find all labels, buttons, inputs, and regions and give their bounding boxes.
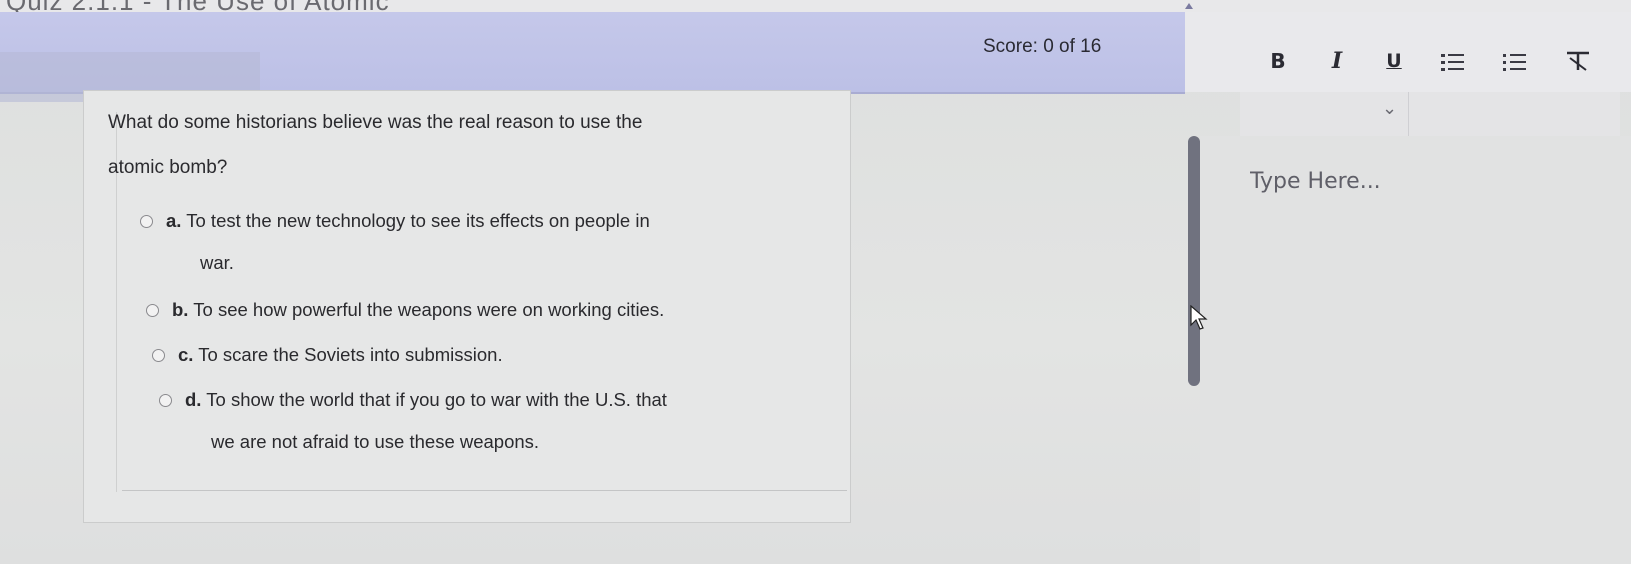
option-a-letter: a. — [166, 210, 182, 231]
question-line-2: atomic bomb? — [108, 157, 228, 178]
clear-format-icon — [1567, 51, 1589, 71]
option-c[interactable]: c. To scare the Soviets into submission. — [152, 334, 812, 376]
format-dropdown-bar: ⌄ — [1240, 92, 1620, 137]
card-divider-bottom — [122, 490, 847, 491]
answer-input[interactable] — [1248, 160, 1612, 202]
editor-toolbar: B I U — [1185, 12, 1631, 92]
option-b-radio[interactable] — [146, 304, 159, 317]
option-b-text-line: b. To see how powerful the weapons were … — [172, 289, 806, 331]
option-b-letter: b. — [172, 299, 189, 320]
option-a-text-line: a. To test the new technology to see its… — [166, 200, 800, 242]
option-c-text-line: c. To scare the Soviets into submission. — [178, 334, 812, 376]
option-d[interactable]: d. To show the world that if you go to w… — [159, 379, 799, 463]
italic-button[interactable]: I — [1320, 46, 1354, 76]
option-a-radio[interactable] — [140, 215, 153, 228]
option-a[interactable]: a. To test the new technology to see its… — [140, 200, 800, 284]
unordered-list-icon — [1503, 53, 1527, 71]
chevron-down-icon: ⌄ — [1382, 98, 1398, 118]
window-title-strip: Quiz 2.1.1 - The Use of Atomic — [0, 0, 1631, 12]
bold-button[interactable]: B — [1261, 46, 1295, 76]
option-d-text: To show the world that if you go to war … — [206, 389, 667, 410]
score-label: Score: 0 of 16 — [983, 36, 1102, 57]
underline-button[interactable]: U — [1377, 46, 1411, 76]
option-d-continuation: we are not afraid to use these weapons. — [211, 431, 540, 452]
ordered-list-icon — [1441, 53, 1465, 71]
option-d-letter: d. — [185, 389, 202, 410]
scroll-up-arrow-icon[interactable] — [1185, 3, 1193, 9]
question-line-1: What do some historians believe was the … — [108, 112, 643, 133]
mouse-cursor-icon — [1190, 305, 1208, 330]
clear-format-button[interactable] — [1561, 46, 1595, 76]
window-title: Quiz 2.1.1 - The Use of Atomic — [6, 0, 390, 12]
panel-scrollbar[interactable] — [1188, 136, 1200, 386]
option-b-text: To see how powerful the weapons were on … — [193, 299, 665, 320]
option-d-text-line: d. To show the world that if you go to w… — [185, 379, 799, 421]
option-b[interactable]: b. To see how powerful the weapons were … — [146, 289, 806, 331]
ordered-list-button[interactable] — [1435, 46, 1469, 76]
option-d-radio[interactable] — [159, 394, 172, 407]
unordered-list-button[interactable] — [1497, 46, 1531, 76]
option-c-letter: c. — [178, 344, 194, 365]
format-dropdown[interactable]: ⌄ — [1240, 92, 1409, 136]
option-c-text: To scare the Soviets into submission. — [198, 344, 503, 365]
option-a-continuation: war. — [200, 252, 234, 273]
option-a-text: To test the new technology to see its ef… — [186, 210, 650, 231]
screen: Quiz 2.1.1 - The Use of Atomic Score: 0 … — [0, 0, 1631, 564]
option-c-radio[interactable] — [152, 349, 165, 362]
question-prompt: What do some historians believe was the … — [108, 100, 808, 190]
